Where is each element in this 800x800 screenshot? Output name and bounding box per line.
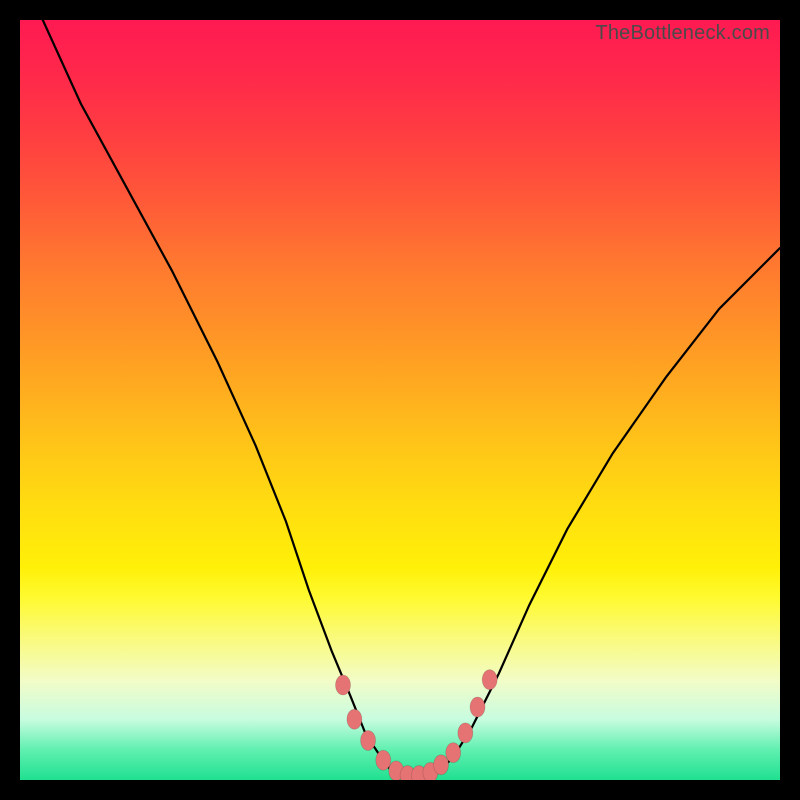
bottleneck-curve [43, 20, 780, 776]
curve-marker [434, 755, 449, 775]
chart-plot-area: TheBottleneck.com [20, 20, 780, 780]
curve-marker [361, 730, 376, 750]
chart-frame: TheBottleneck.com [0, 0, 800, 800]
curve-marker [336, 675, 351, 695]
curve-marker [458, 723, 473, 743]
curve-marker [482, 670, 497, 690]
curve-marker [347, 709, 362, 729]
curve-marker [470, 697, 485, 717]
curve-marker [446, 743, 461, 763]
curve-marker [376, 750, 391, 770]
chart-svg [20, 20, 780, 780]
